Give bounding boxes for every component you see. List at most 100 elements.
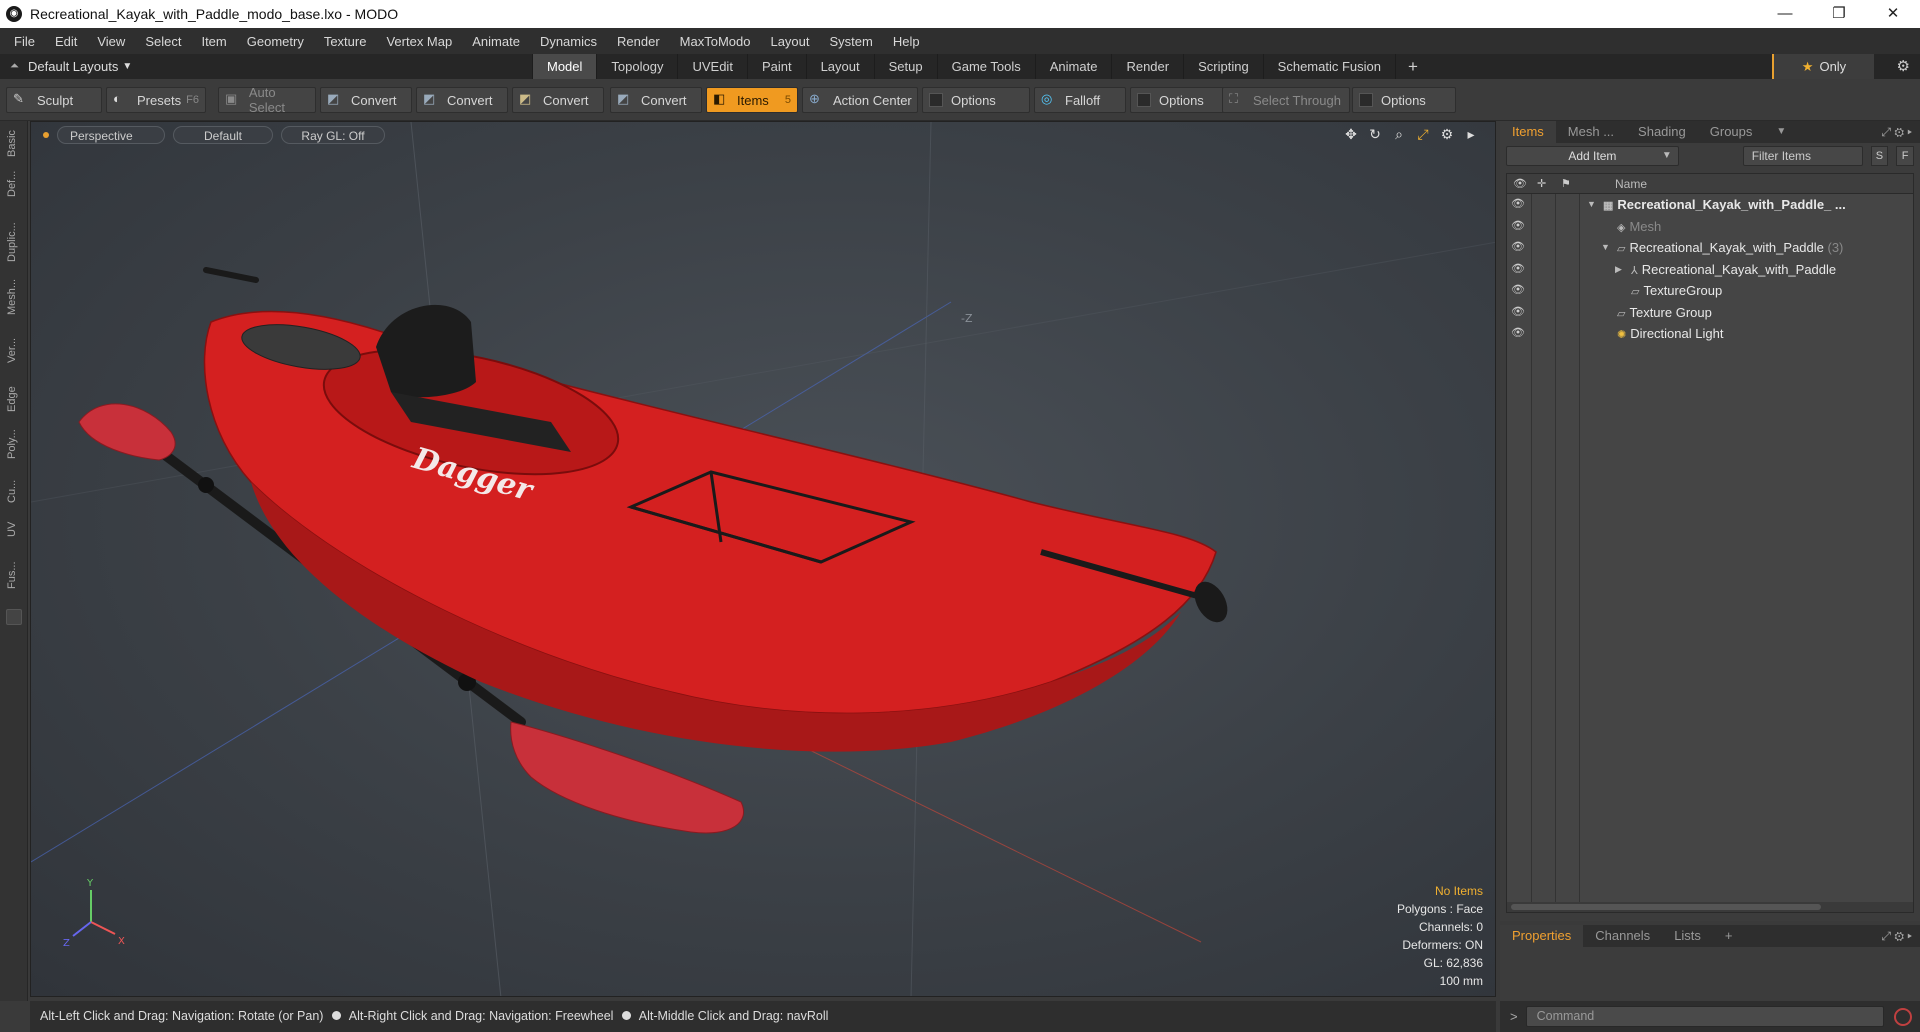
strip-tab-uv[interactable]: UV (6, 517, 22, 541)
menu-view[interactable]: View (87, 34, 135, 49)
command-input[interactable]: Command (1525, 1006, 1884, 1027)
options-checkbox[interactable] (1137, 93, 1151, 107)
visibility-eye-icon[interactable]: 👁 (1511, 280, 1525, 301)
tab-lists[interactable]: Lists (1662, 925, 1713, 947)
sculpt-button[interactable]: ✎ Sculpt (6, 87, 102, 113)
menu-texture[interactable]: Texture (314, 34, 377, 49)
add-tab-plus-icon[interactable]: + (1395, 54, 1430, 79)
strip-tab-fusion[interactable]: Fus... (6, 555, 22, 595)
tab-properties[interactable]: Properties (1500, 925, 1584, 947)
presets-button[interactable]: ◐ Presets F6 (106, 87, 206, 113)
tab-groups[interactable]: Groups (1698, 121, 1765, 143)
tab-topology[interactable]: Topology (596, 54, 677, 79)
tab-paint[interactable]: Paint (746, 54, 806, 79)
render-icon[interactable]: ⚑ (1561, 177, 1571, 190)
strip-tab-curve[interactable]: Cu... (6, 477, 22, 505)
strip-tab-edge[interactable]: Edge (6, 383, 22, 415)
tree-row[interactable]: 👁 ▼ ▦ Recreational_Kayak_with_Paddle_ ... (1507, 194, 1913, 216)
action-center-options-button[interactable]: Options (922, 87, 1030, 113)
panel-tools-icons[interactable]: ⤢ ⚙ ▸ (1881, 125, 1912, 140)
add-panel-tab-plus-icon[interactable]: + (1713, 925, 1745, 947)
view-dropdown[interactable]: Perspective (57, 126, 165, 144)
convert-vertices-button[interactable]: ◩ Convert (320, 87, 412, 113)
scrollbar-thumb[interactable] (1511, 904, 1821, 910)
menu-animate[interactable]: Animate (462, 34, 530, 49)
minimize-button[interactable]: — (1758, 0, 1812, 28)
menu-item[interactable]: Item (191, 34, 236, 49)
menu-help[interactable]: Help (883, 34, 930, 49)
menu-render[interactable]: Render (607, 34, 670, 49)
select-through-button[interactable]: ⛶ Select Through (1222, 87, 1350, 113)
items-mode-button[interactable]: ◧ Items 5 (706, 87, 798, 113)
tree-row[interactable]: 👁 ▶ ⅄ Recreational_Kayak_with_Paddle (1507, 259, 1913, 281)
expand-toggle[interactable]: ▼ (1601, 237, 1610, 258)
tab-model[interactable]: Model (532, 54, 597, 79)
expand-arrow-icon[interactable]: ▸ (1463, 126, 1479, 143)
visibility-eye-icon[interactable]: 👁 (1511, 323, 1525, 344)
tab-items[interactable]: Items (1500, 121, 1556, 143)
convert-polygons-button[interactable]: ◩ Convert (512, 87, 604, 113)
add-item-button[interactable]: Add Item ▼ (1506, 146, 1679, 166)
layout-dropdown[interactable]: ⏶ Default Layouts ▼ (0, 59, 200, 74)
filter-f-button[interactable]: F (1896, 146, 1915, 166)
menu-select[interactable]: Select (135, 34, 191, 49)
expand-toggle[interactable]: ▶ (1615, 259, 1622, 280)
pan-icon[interactable]: ✥ (1343, 126, 1359, 143)
strip-tab-mesh[interactable]: Mesh... (6, 277, 22, 317)
expand-toggle[interactable]: ▼ (1587, 194, 1596, 215)
menu-dynamics[interactable]: Dynamics (530, 34, 607, 49)
select-options-button[interactable]: Options (1352, 87, 1456, 113)
filter-items-input[interactable]: Filter Items (1742, 146, 1863, 166)
menu-system[interactable]: System (820, 34, 883, 49)
convert-items-button[interactable]: ◩ Convert (610, 87, 702, 113)
lock-icon[interactable]: ✛ (1537, 177, 1546, 190)
tree-row[interactable]: 👁 ◈ Mesh (1507, 216, 1913, 238)
tab-layout[interactable]: Layout (805, 54, 874, 79)
tree-row[interactable]: 👁 ▱ Texture Group (1507, 302, 1913, 324)
viewport-gear-icon[interactable]: ⚙ (1439, 126, 1455, 143)
menu-layout[interactable]: Layout (760, 34, 819, 49)
only-button[interactable]: ★ Only (1772, 54, 1874, 79)
tab-scripting[interactable]: Scripting (1183, 54, 1263, 79)
tabs-more-chevron-icon[interactable]: ▼ (1764, 121, 1798, 143)
tab-game-tools[interactable]: Game Tools (936, 54, 1035, 79)
filter-s-button[interactable]: S (1870, 146, 1889, 166)
zoom-icon[interactable]: ⌕ (1391, 126, 1407, 143)
strip-tab-polygon[interactable]: Poly... (6, 423, 22, 465)
visibility-eye-icon[interactable]: 👁 (1511, 216, 1525, 237)
visibility-eye-icon[interactable]: 👁 (1511, 302, 1525, 323)
visibility-eye-icon[interactable]: 👁 (1511, 259, 1525, 280)
restore-button[interactable]: ❐ (1812, 0, 1866, 28)
name-column-header[interactable]: Name (1615, 174, 1647, 194)
panel-tools-icons[interactable]: ⤢ ⚙ ▸ (1881, 929, 1912, 944)
tab-channels[interactable]: Channels (1583, 925, 1662, 947)
falloff-options-button[interactable]: Options (1130, 87, 1228, 113)
menu-file[interactable]: File (4, 34, 45, 49)
menu-maxtomodo[interactable]: MaxToModo (670, 34, 761, 49)
shading-dropdown[interactable]: Default (173, 126, 273, 144)
convert-edges-button[interactable]: ◩ Convert (416, 87, 508, 113)
gear-icon[interactable]: ⚙ (1897, 57, 1910, 75)
tab-uvedit[interactable]: UVEdit (677, 54, 746, 79)
menu-geometry[interactable]: Geometry (237, 34, 314, 49)
strip-tab-duplicate[interactable]: Duplic... (6, 217, 22, 267)
options-checkbox[interactable] (1359, 93, 1373, 107)
fit-icon[interactable]: ⤢ (1415, 126, 1431, 143)
menu-edit[interactable]: Edit (45, 34, 87, 49)
close-button[interactable]: ✕ (1866, 0, 1920, 28)
tab-schematic-fusion[interactable]: Schematic Fusion (1262, 54, 1395, 79)
strip-tab-vertex[interactable]: Ver... (6, 333, 22, 367)
strip-tab-deform[interactable]: Def... (6, 167, 22, 201)
options-checkbox[interactable] (929, 93, 943, 107)
tab-shading[interactable]: Shading (1626, 121, 1698, 143)
strip-expand-button[interactable] (6, 609, 22, 625)
tree-row[interactable]: 👁 ▱ TextureGroup (1507, 280, 1913, 302)
record-icon[interactable] (1893, 1007, 1912, 1026)
tab-mesh[interactable]: Mesh ... (1556, 121, 1626, 143)
menu-vertex-map[interactable]: Vertex Map (376, 34, 462, 49)
tree-row[interactable]: 👁 ▼ ▱ Recreational_Kayak_with_Paddle (3) (1507, 237, 1913, 259)
raygl-toggle[interactable]: Ray GL: Off (281, 126, 385, 144)
visibility-eye-icon[interactable]: 👁 (1511, 237, 1525, 258)
action-center-button[interactable]: ⊕ Action Center (802, 87, 918, 113)
visibility-eye-icon[interactable]: 👁 (1511, 194, 1525, 215)
